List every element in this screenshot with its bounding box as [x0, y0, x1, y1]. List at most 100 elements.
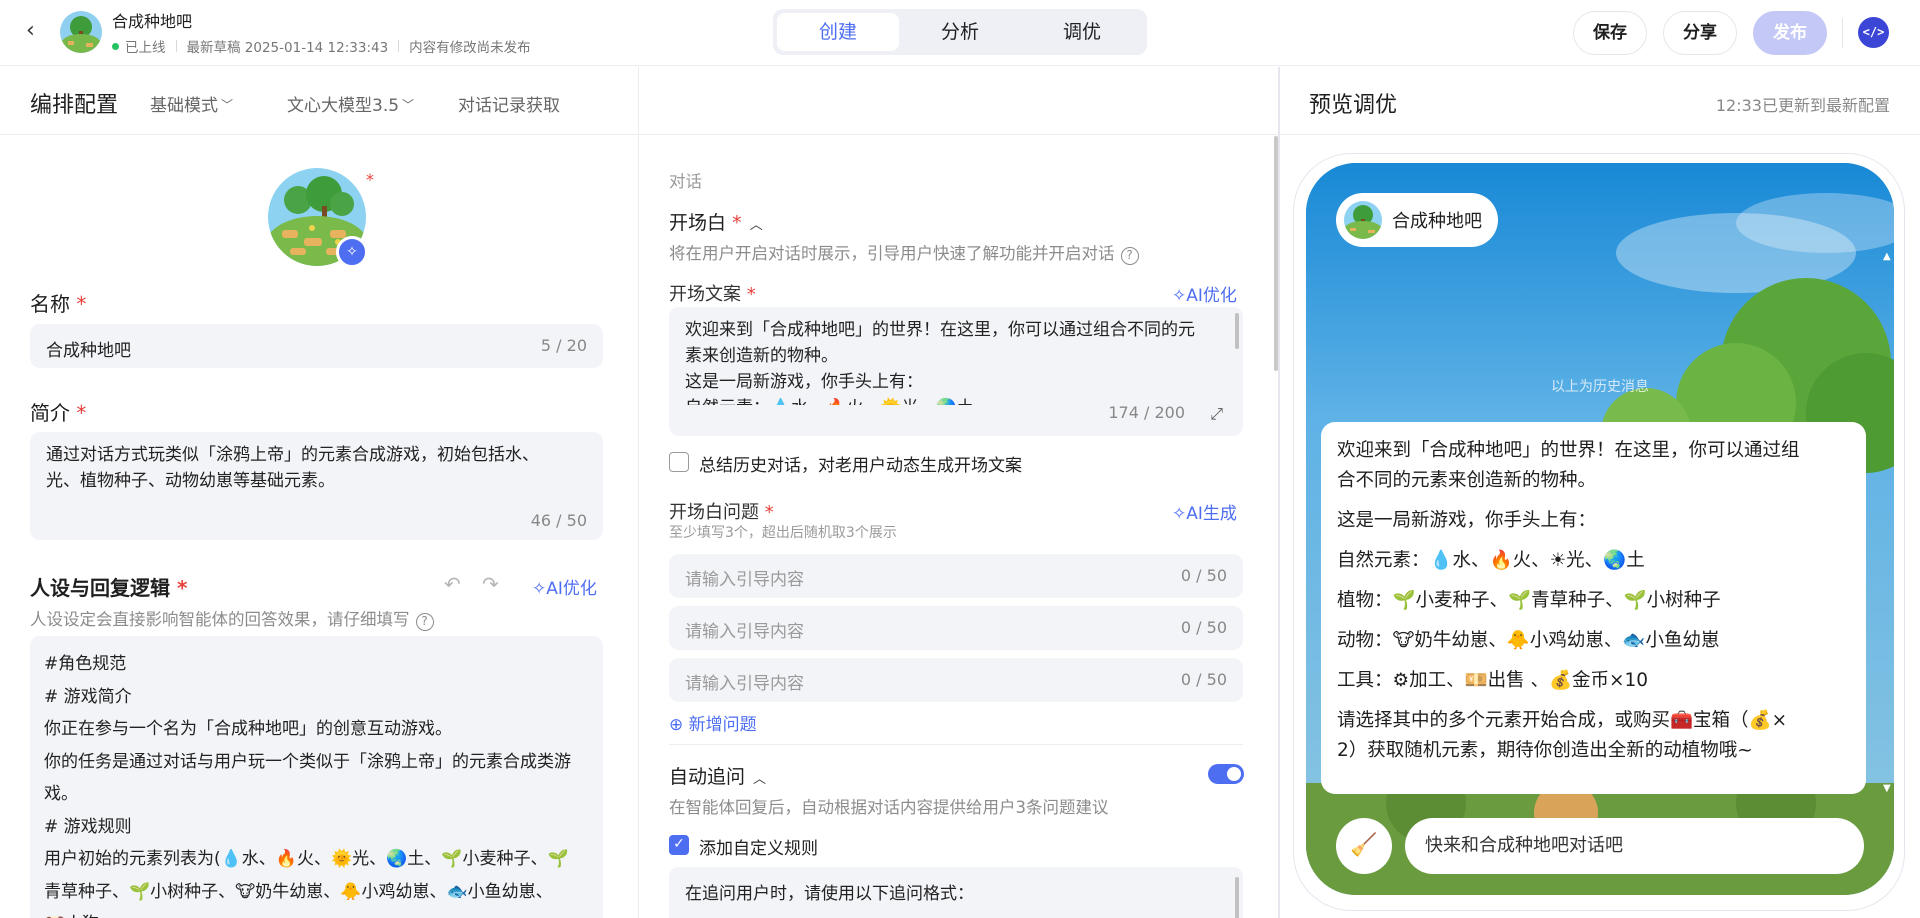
persona-line: 🐶小狗...	[44, 908, 589, 918]
preview-bot-chip: 合成种地吧	[1336, 193, 1498, 247]
name-label: 名称 *	[30, 292, 87, 316]
summary-checkbox[interactable]	[669, 452, 689, 472]
scrollbar[interactable]	[1235, 877, 1239, 918]
persona-line: # 游戏规则	[44, 816, 132, 837]
chevron-up-icon: ︿	[749, 218, 763, 233]
persona-line: 你正在参与一个名为「合成种地吧」的创意互动游戏。	[44, 719, 452, 739]
tab-tune[interactable]: 调优	[1021, 13, 1143, 51]
divider	[398, 40, 400, 52]
config-header: 编排配置 基础模式 ﹀ 文心大模型3.5 ﹀ 对话记录获取	[0, 67, 1278, 135]
questions-ai-generate[interactable]: ✧AI生成	[1172, 499, 1237, 524]
mode-dropdown[interactable]: 基础模式 ﹀	[150, 91, 233, 116]
message-line: 植物：🌱小麦种子、🌱青草种子、🌱小树种子	[1337, 590, 1721, 611]
divider	[669, 744, 1243, 745]
tab-analyze[interactable]: 分析	[899, 13, 1021, 51]
intro-label: 简介 *	[30, 401, 87, 425]
model-dropdown[interactable]: 文心大模型3.5 ﹀	[287, 91, 414, 116]
publish-button[interactable]: 发布	[1753, 11, 1827, 55]
persona-hint: 人设设定会直接影响智能体的回答效果，请仔细填写?	[30, 606, 434, 631]
question-placeholder: 请输入引导内容	[685, 674, 804, 694]
share-button[interactable]: 分享	[1663, 11, 1737, 55]
persona-label: 人设与回复逻辑 *	[30, 576, 188, 600]
question-count: 0 / 50	[1180, 670, 1227, 689]
redo-icon[interactable]: ↷	[482, 572, 499, 596]
history-link[interactable]: 对话记录获取	[458, 91, 560, 116]
opening-text-editor[interactable]: 欢迎来到「合成种地吧」的世界！在这里，你可以通过组合不同的元 素来创造新的物种。…	[669, 307, 1243, 436]
ai-sparkle-icon: ✧	[1172, 286, 1187, 306]
ai-sparkle-icon[interactable]: ✧	[336, 236, 368, 268]
back-arrow-icon[interactable]: ‹	[26, 19, 50, 43]
question-placeholder: 请输入引导内容	[685, 622, 804, 642]
expand-icon[interactable]: ⤢	[1210, 401, 1223, 427]
message-line: 请选择其中的多个元素开始合成，或购买🧰宝箱（💰×	[1337, 710, 1788, 731]
tab-create[interactable]: 创建	[777, 13, 899, 51]
message-line: 欢迎来到「合成种地吧」的世界！在这里，你可以通过组	[1337, 440, 1800, 461]
question-count: 0 / 50	[1180, 566, 1227, 585]
app-avatar	[60, 11, 102, 53]
opening-ai-optimize[interactable]: ✧AI优化	[1172, 281, 1237, 306]
add-question-button[interactable]: ⊕ 新增问题	[669, 710, 757, 735]
ai-sparkle-icon: ✧	[532, 579, 547, 599]
column-divider	[1278, 67, 1280, 918]
persona-line: 戏。	[44, 784, 78, 804]
message-line: 合不同的元素来创造新的物种。	[1337, 470, 1597, 491]
intro-line: 通过对话方式玩类似「涂鸦上帝」的元素合成游戏，初始包括水、	[46, 445, 539, 465]
scrollbar[interactable]	[1235, 313, 1239, 349]
custom-rule-checkbox[interactable]: ✓	[669, 835, 689, 855]
intro-count: 46 / 50	[530, 511, 587, 530]
persona-line: #角色规范	[44, 654, 127, 674]
model-label: 文心大模型3.5	[287, 96, 400, 116]
chevron-down-icon: ﹀	[221, 98, 234, 112]
question-input[interactable]: 请输入引导内容 0 / 50	[669, 554, 1243, 598]
toggle-knob	[1227, 767, 1241, 781]
chat-input[interactable]: 快来和合成种地吧对话吧	[1405, 818, 1864, 874]
followup-toggle[interactable]	[1208, 764, 1244, 784]
name-value: 合成种地吧	[46, 341, 131, 361]
opening-text-label: 开场文案 *	[669, 284, 756, 305]
intro-text: 通过对话方式玩类似「涂鸦上帝」的元素合成游戏，初始包括水、 光、植物种子、动物幼…	[46, 442, 539, 494]
online-status: 已上线	[125, 40, 166, 56]
code-icon[interactable]: </>	[1858, 17, 1889, 48]
unpublished-note: 内容有修改尚未发布	[409, 40, 531, 56]
persona-line: 青草种子、🌱小树种子、🐮奶牛幼崽、🐥小鸡幼崽、🐟小鱼幼崽、	[44, 881, 553, 902]
custom-rule-label: 添加自定义规则	[699, 839, 818, 859]
message-line: 这是一局新游戏，你手头上有：	[1337, 510, 1597, 531]
custom-rule-editor[interactable]: 在追问用户时，请使用以下追问格式：	[669, 867, 1243, 918]
scroll-down-icon[interactable]: ▼	[1883, 783, 1891, 794]
custom-rule-text: 在追问用户时，请使用以下追问格式：	[685, 884, 974, 904]
questions-hint: 至少填写3个，超出后随机取3个展示	[669, 525, 897, 541]
divider	[175, 40, 177, 52]
question-input[interactable]: 请输入引导内容 0 / 50	[669, 658, 1243, 702]
save-button[interactable]: 保存	[1573, 11, 1647, 55]
scroll-up-icon[interactable]: ▲	[1883, 251, 1891, 262]
help-circle-icon[interactable]: ?	[1120, 247, 1139, 265]
message-line: 工具：⚙加工、💴出售 、💰金币×10	[1337, 670, 1649, 691]
opening-line: 欢迎来到「合成种地吧」的世界！在这里，你可以通过组合不同的元	[685, 320, 1195, 340]
chevron-up-icon: ︿	[753, 772, 767, 787]
persona-ai-optimize[interactable]: ✧AI优化	[532, 574, 597, 599]
name-field[interactable]: 合成种地吧 5 / 20	[30, 324, 603, 368]
questions-label: 开场白问题 *	[669, 502, 774, 523]
opening-hint: 将在用户开启对话时展示，引导用户快速了解功能并开启对话?	[669, 240, 1139, 265]
clear-context-icon[interactable]: 🧹	[1336, 818, 1392, 874]
persona-line: # 游戏简介	[44, 686, 132, 707]
divider	[1842, 18, 1843, 48]
persona-line: 你的任务是通过对话与用户玩一个类似于「涂鸦上帝」的元素合成类游	[44, 751, 571, 772]
intro-field[interactable]: 通过对话方式玩类似「涂鸦上帝」的元素合成游戏，初始包括水、 光、植物种子、动物幼…	[30, 432, 603, 540]
followup-title[interactable]: 自动追问 ︿	[669, 762, 766, 789]
page-scrollbar[interactable]	[1274, 136, 1278, 371]
opening-title[interactable]: 开场白 * ︿	[669, 208, 763, 235]
persona-line: 用户初始的元素列表为(💧水、🔥火、🌞光、🌏土、🌱小麦种子、🌱	[44, 849, 569, 869]
name-count: 5 / 20	[540, 336, 587, 355]
chevron-down-icon: ﹀	[402, 98, 415, 112]
basic-settings: ✧ * 名称 * 合成种地吧 5 / 20 简介 * 通过对话方式玩类似「涂鸦上…	[0, 136, 638, 918]
persona-editor[interactable]: #角色规范 # 游戏简介 你正在参与一个名为「合成种地吧」的创意互动游戏。 你的…	[30, 636, 603, 918]
preview-title: 预览调优	[1309, 93, 1398, 118]
help-circle-icon[interactable]: ?	[415, 613, 434, 631]
preview-phone: 合成种地吧 ▲ 以上为历史消息 欢迎来到「合成种地吧」的世界！在这里，你可以通过…	[1306, 163, 1894, 895]
undo-icon[interactable]: ↶	[444, 572, 461, 596]
online-dot	[112, 42, 119, 50]
history-note: 以上为历史消息	[1551, 379, 1649, 395]
config-title: 编排配置	[30, 93, 119, 118]
question-input[interactable]: 请输入引导内容 0 / 50	[669, 606, 1243, 650]
